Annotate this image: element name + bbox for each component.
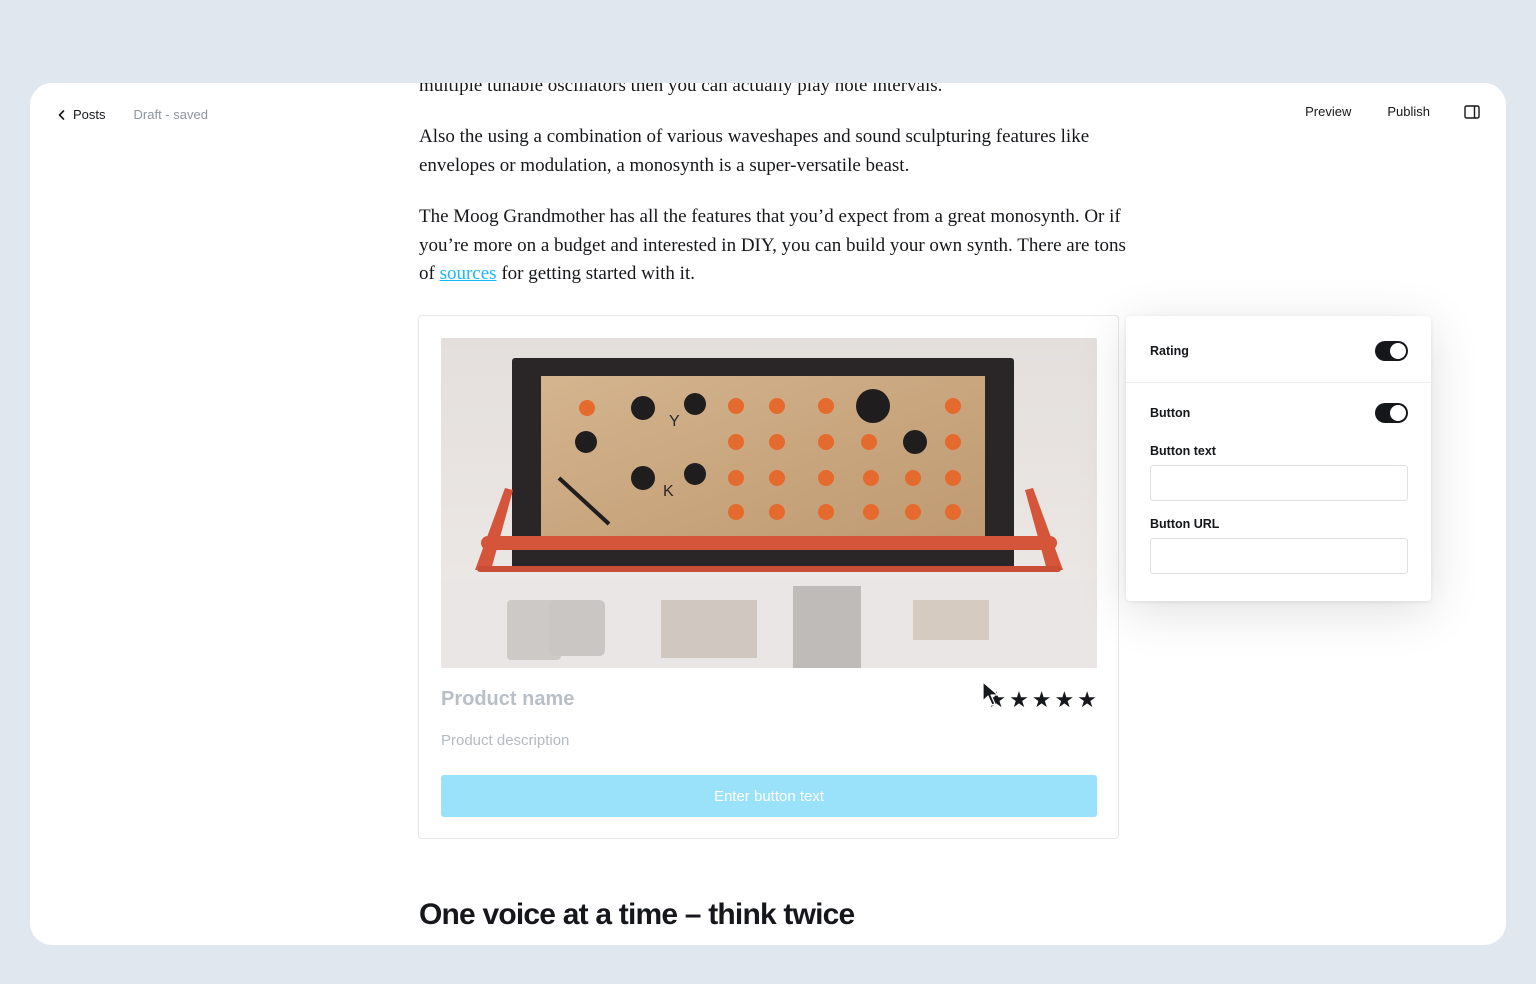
product-name-placeholder[interactable]: Product name — [441, 688, 574, 711]
button-setting-row: Button — [1150, 403, 1408, 423]
star-icon[interactable]: ★ — [1055, 688, 1075, 711]
mouse-cursor-icon — [982, 681, 999, 706]
article-paragraph-clipped: multiple tunable oscillators then you ca… — [419, 83, 943, 96]
product-settings-panel: Rating Button Button text Button URL — [1126, 316, 1431, 601]
paragraph-text: for getting started with it. — [496, 263, 695, 284]
button-toggle[interactable] — [1375, 403, 1408, 423]
star-icon[interactable]: ★ — [1032, 688, 1052, 711]
button-text-input[interactable] — [1150, 465, 1408, 501]
chevron-left-icon — [58, 109, 65, 120]
back-label: Posts — [73, 107, 106, 122]
preview-button[interactable]: Preview — [1305, 104, 1351, 119]
section-heading: One voice at a time – think twice — [419, 898, 855, 931]
sidebar-toggle-button[interactable] — [1464, 104, 1480, 119]
panel-letter-k: K — [663, 483, 674, 500]
article-paragraph: The Moog Grandmother has all the feature… — [419, 203, 1139, 289]
synthesizer-photo: Y K — [441, 338, 1097, 668]
rating-toggle[interactable] — [1375, 341, 1408, 361]
panel-letter-y: Y — [669, 413, 680, 430]
rating-stars[interactable]: ★ ★ ★ ★ ★ — [986, 688, 1097, 711]
editor-window: Posts Draft - saved Preview Publish mult… — [30, 83, 1506, 945]
draft-status: Draft - saved — [133, 107, 208, 122]
button-url-label: Button URL — [1150, 517, 1220, 531]
product-cta-button[interactable]: Enter button text — [441, 775, 1097, 817]
article-paragraph: Also the using a combination of various … — [419, 126, 1090, 176]
rating-setting-row: Rating — [1150, 341, 1408, 361]
sidebar-icon — [1464, 104, 1480, 119]
button-url-input[interactable] — [1150, 538, 1408, 574]
topbar-left: Posts Draft - saved — [58, 107, 208, 122]
topbar-right: Preview Publish — [1305, 104, 1480, 119]
product-image[interactable]: Y K — [441, 338, 1097, 668]
back-to-posts-link[interactable]: Posts — [58, 107, 106, 122]
publish-button[interactable]: Publish — [1387, 104, 1430, 119]
product-card[interactable]: Y K Product name ★ ★ ★ ★ ★ Product descr… — [418, 315, 1119, 839]
button-label: Button — [1150, 406, 1191, 420]
button-text-label: Button text — [1150, 444, 1216, 458]
star-icon[interactable]: ★ — [1077, 688, 1097, 711]
star-icon[interactable]: ★ — [1009, 688, 1029, 711]
product-description-placeholder[interactable]: Product description — [441, 732, 569, 749]
rating-label: Rating — [1150, 344, 1189, 358]
panel-divider — [1126, 382, 1431, 383]
sources-link[interactable]: sources — [440, 263, 497, 284]
